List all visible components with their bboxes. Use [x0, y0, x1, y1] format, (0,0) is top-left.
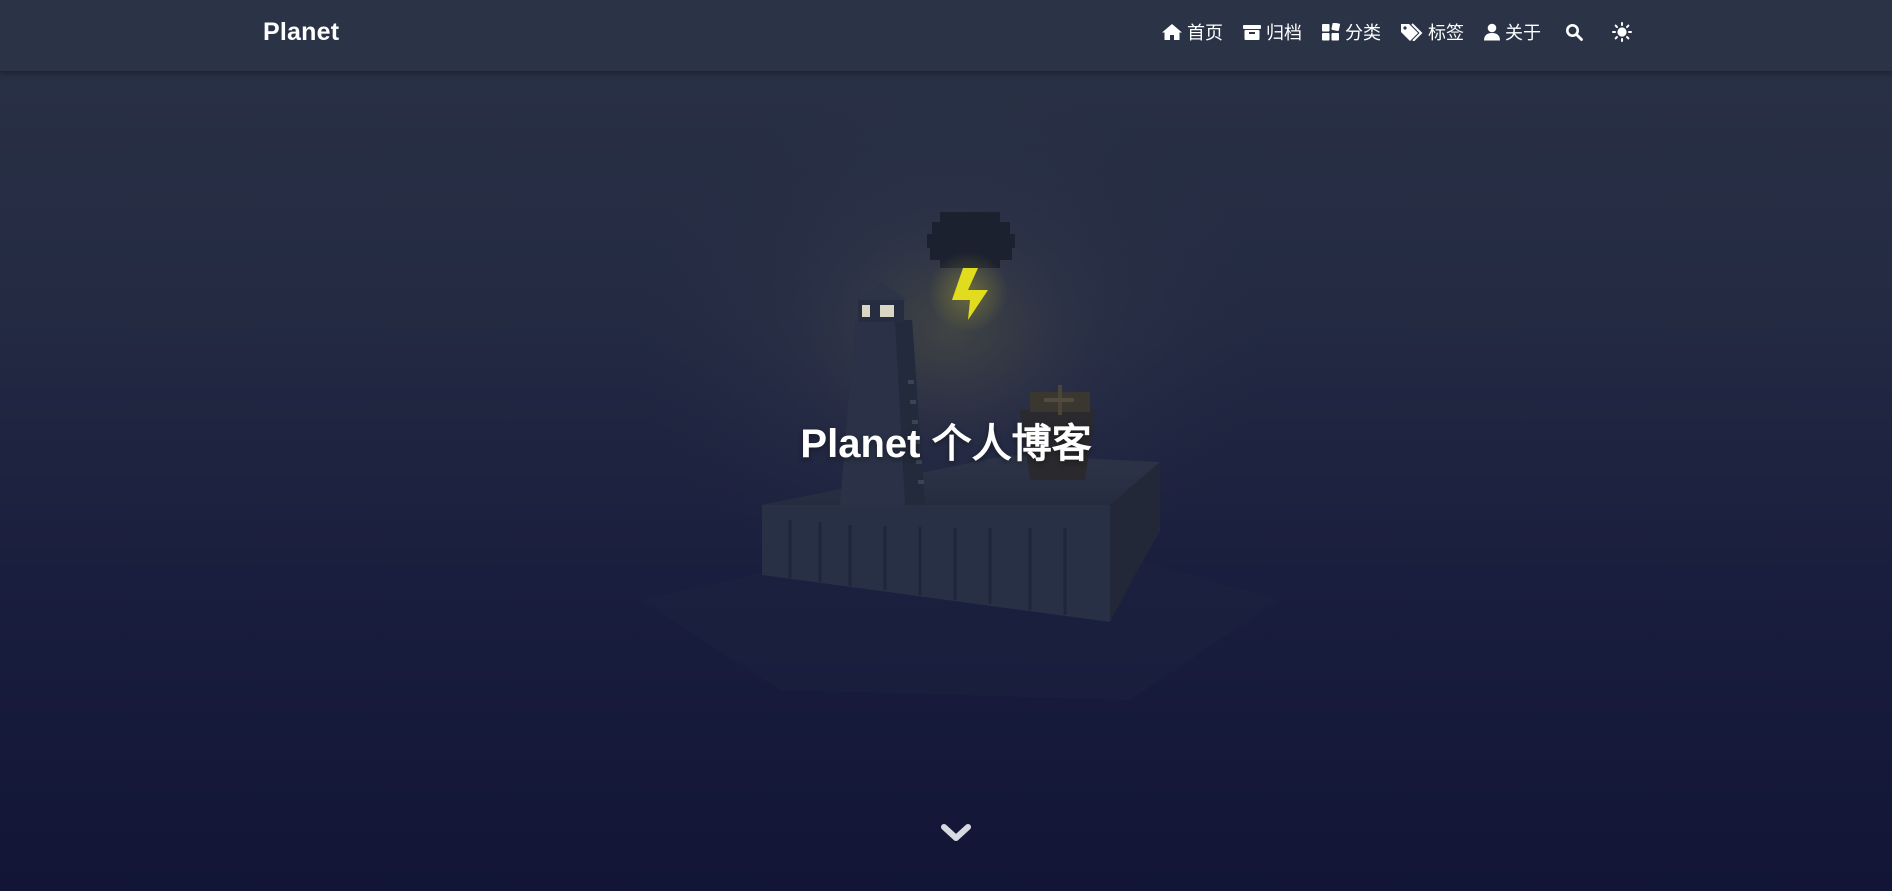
- scroll-down-button[interactable]: [940, 822, 972, 844]
- user-icon: [1484, 23, 1500, 41]
- nav-item-category[interactable]: 分类: [1321, 19, 1381, 45]
- nav-item-tags[interactable]: 标签: [1400, 19, 1464, 45]
- nav-item-archive[interactable]: 归档: [1242, 19, 1302, 45]
- search-button[interactable]: [1559, 17, 1589, 47]
- top-navbar: Planet 首页 归档 分类 标签 关于: [0, 0, 1892, 71]
- nav-item-home-label: 首页: [1187, 23, 1223, 43]
- theme-toggle-button[interactable]: [1607, 17, 1637, 47]
- nav-item-tags-label: 标签: [1428, 23, 1464, 43]
- nav-item-about-label: 关于: [1505, 23, 1541, 43]
- chevron-down-icon: [941, 824, 971, 841]
- nav-item-home[interactable]: 首页: [1161, 19, 1223, 45]
- nav-item-about[interactable]: 关于: [1483, 19, 1541, 45]
- nav-item-archive-label: 归档: [1266, 23, 1302, 43]
- archive-icon: [1243, 25, 1261, 40]
- search-icon: [1566, 24, 1583, 41]
- page: Planet 首页 归档 分类 标签 关于 Planet 个人博客: [0, 0, 1892, 891]
- hero-title: Planet 个人博客: [800, 422, 1092, 466]
- sun-icon: [1612, 22, 1632, 42]
- nav-item-category-label: 分类: [1345, 23, 1381, 43]
- nav-menu: 首页 归档 分类 标签 关于: [1142, 0, 1637, 64]
- tags-icon: [1401, 23, 1423, 41]
- site-brand[interactable]: Planet: [263, 18, 339, 47]
- category-icon: [1322, 23, 1341, 41]
- home-icon: [1162, 24, 1182, 40]
